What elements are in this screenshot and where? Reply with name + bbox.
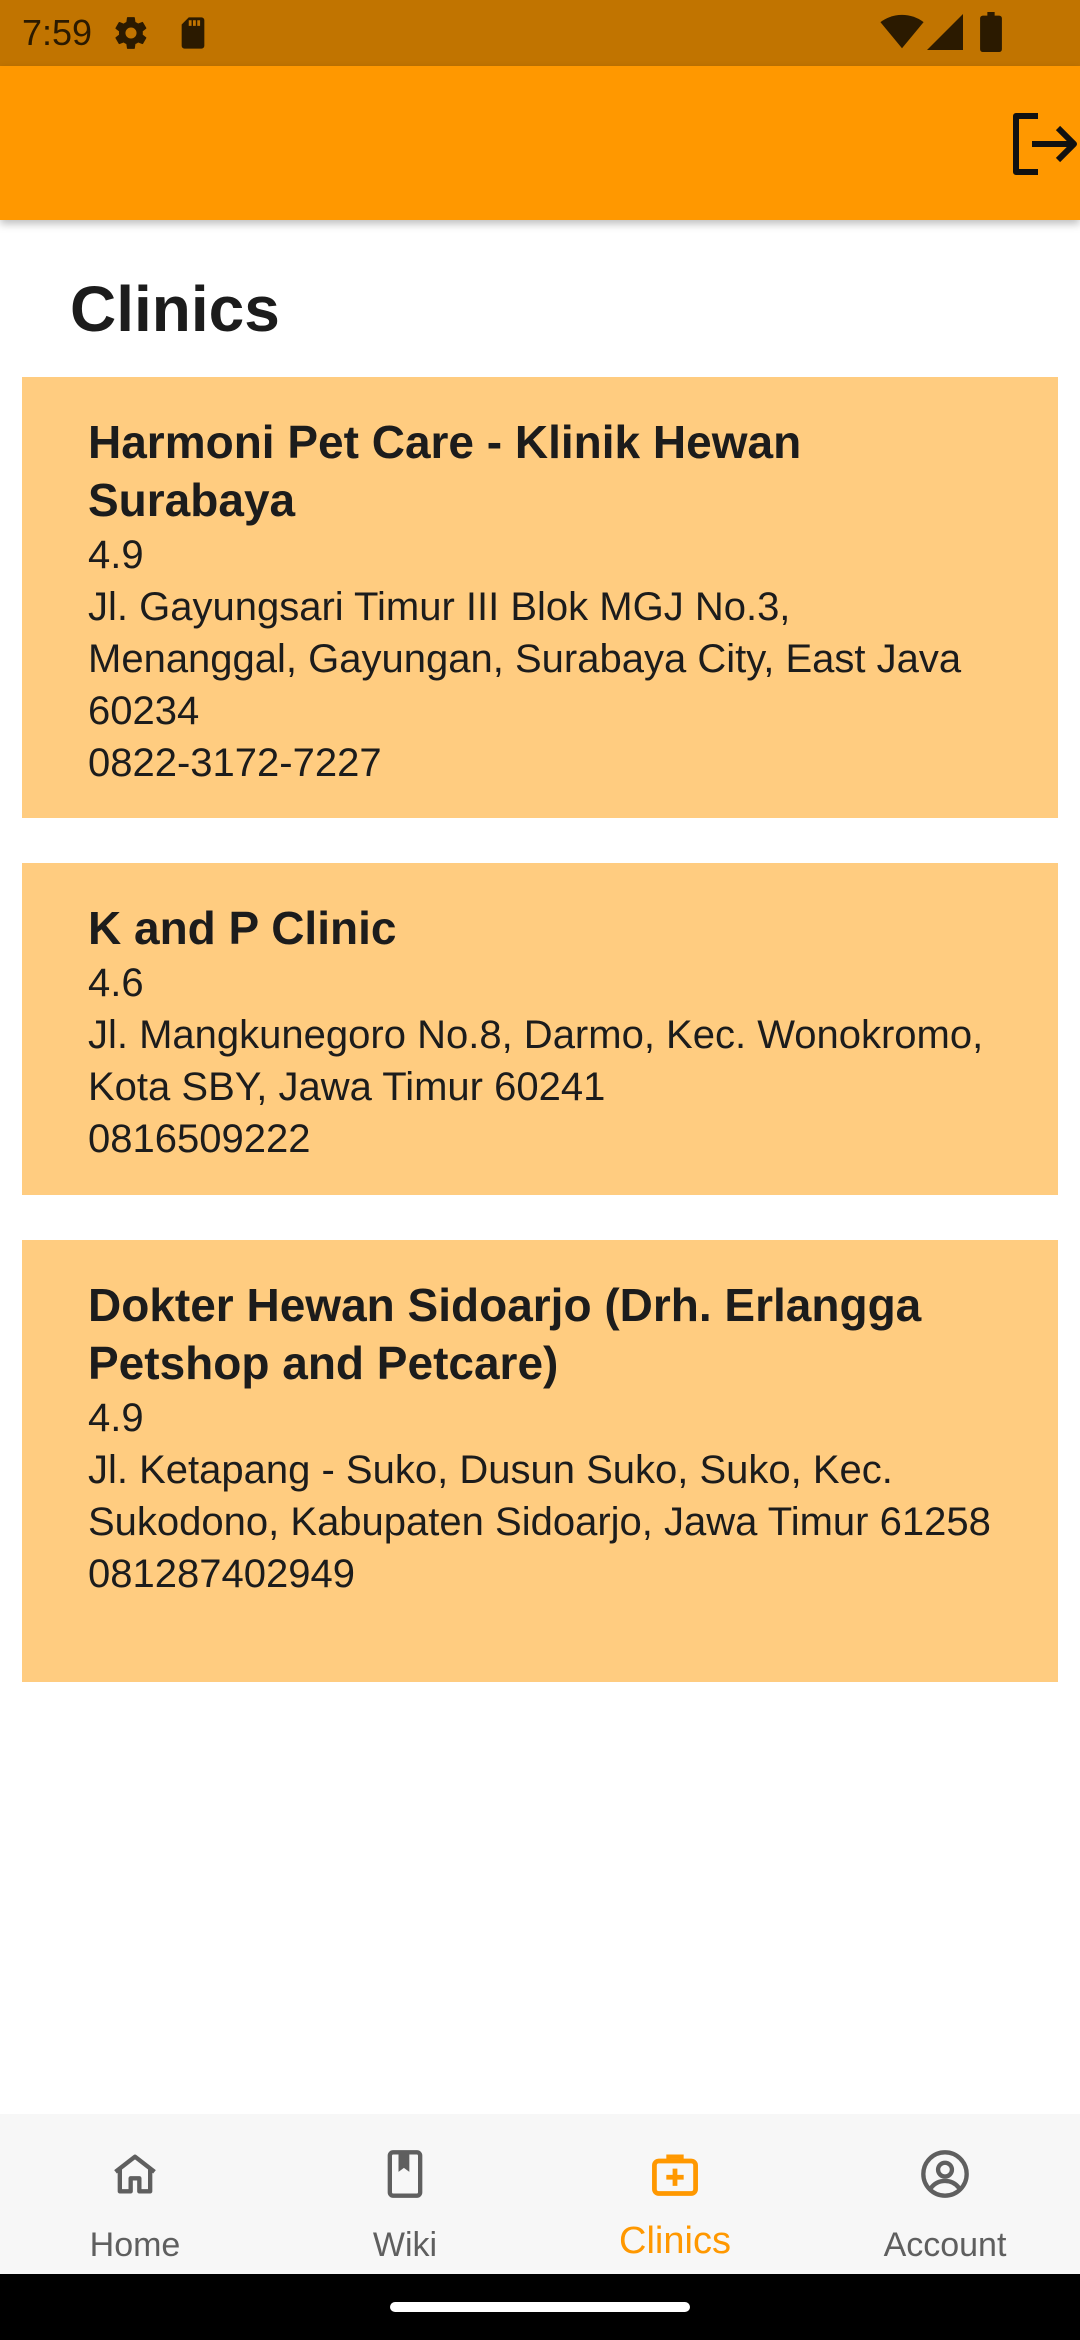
clinic-phone: 081287402949 — [88, 1552, 355, 1596]
bottom-nav: Home Wiki Clinics Account — [0, 2114, 1080, 2274]
clinic-phone: 0822-3172-7227 — [88, 741, 382, 785]
account-circle-icon — [921, 2150, 969, 2198]
medical-bag-icon — [652, 2154, 698, 2196]
clinic-rating: 4.9 — [88, 533, 144, 577]
book-icon — [387, 2150, 423, 2198]
clinic-card[interactable]: K and P Clinic 4.6 Jl. Mangkunegoro No.8… — [22, 863, 1058, 1195]
battery-icon — [980, 12, 1002, 52]
nav-item-clinics[interactable]: Clinics — [540, 2114, 810, 2274]
clinic-name: K and P Clinic — [88, 902, 397, 954]
nav-label-account: Account — [883, 2226, 1007, 2264]
clinic-phone: 0816509222 — [88, 1117, 311, 1161]
clinic-rating: 4.6 — [88, 961, 144, 1005]
gesture-handle[interactable] — [390, 2302, 690, 2312]
clinic-address: Jl. Ketapang - Suko, Dusun Suko, Suko, K… — [88, 1448, 991, 1544]
gesture-bar — [0, 2274, 1080, 2340]
clinic-card[interactable]: Dokter Hewan Sidoarjo (Drh. Erlangga Pet… — [22, 1240, 1058, 1682]
page-title: Clinics — [70, 273, 280, 345]
status-time: 7:59 — [22, 12, 93, 53]
status-bar: 7:59 — [0, 0, 1080, 66]
clinic-name: Dokter Hewan Sidoarjo (Drh. Erlangga Pet… — [88, 1279, 922, 1389]
nav-item-account[interactable]: Account — [810, 2114, 1080, 2274]
clinic-address: Jl. Mangkunegoro No.8, Darmo, Kec. Wonok… — [88, 1013, 984, 1109]
clinic-name: Harmoni Pet Care - Klinik Hewan Surabaya — [88, 416, 802, 526]
app-bar — [0, 66, 1080, 220]
nav-item-wiki[interactable]: Wiki — [270, 2114, 540, 2274]
gear-icon — [115, 17, 147, 49]
nav-label-home: Home — [89, 2226, 181, 2264]
sd-card-icon — [181, 17, 205, 49]
clinic-card[interactable]: Harmoni Pet Care - Klinik Hewan Surabaya… — [22, 377, 1058, 818]
nav-label-clinics: Clinics — [619, 2220, 731, 2262]
clinic-address: Jl. Gayungsari Timur III Blok MGJ No.3, … — [88, 585, 962, 733]
nav-item-home[interactable]: Home — [0, 2114, 270, 2274]
clinic-rating: 4.9 — [88, 1396, 144, 1440]
nav-label-wiki: Wiki — [372, 2226, 438, 2264]
wifi-icon — [880, 14, 924, 49]
logout-icon[interactable] — [1010, 112, 1080, 176]
home-icon — [114, 2154, 156, 2194]
signal-icon — [927, 14, 963, 50]
